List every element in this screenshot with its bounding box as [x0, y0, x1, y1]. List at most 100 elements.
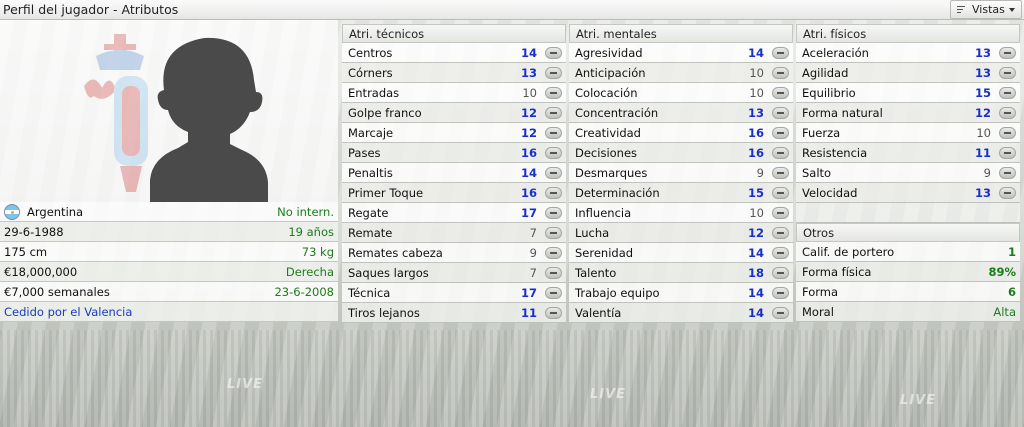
minus-button[interactable]	[545, 226, 562, 239]
live-watermark: LIVE	[227, 377, 264, 392]
minus-button[interactable]	[545, 46, 562, 59]
attribute-label: Técnica	[348, 285, 391, 300]
minus-button[interactable]	[772, 226, 789, 239]
attribute-value: 14	[520, 165, 537, 180]
live-watermark: LIVE	[590, 387, 627, 402]
other-attribute-value: Alta	[993, 304, 1016, 319]
mental-attributes-panel: Atri. mentales Agresividad 14 Anticipación…	[569, 24, 793, 323]
attribute-label: Aceleración	[802, 45, 869, 60]
attribute-label: Lucha	[575, 225, 610, 240]
minus-button[interactable]	[772, 306, 789, 319]
minus-button[interactable]	[772, 126, 789, 139]
minus-button[interactable]	[772, 46, 789, 59]
attribute-label: Determinación	[575, 185, 660, 200]
loan-club-link[interactable]: Cedido por el Valencia	[4, 305, 132, 319]
preferred-foot: Derecha	[285, 264, 334, 279]
attribute-label: Velocidad	[802, 185, 858, 200]
minus-button[interactable]	[999, 186, 1016, 199]
attribute-row: Concentración 13	[569, 103, 793, 123]
attribute-value: 15	[974, 85, 991, 100]
technical-attributes-header: Atri. técnicos	[342, 24, 566, 43]
attribute-value: 10	[522, 85, 537, 100]
attribute-row: Determinación 15	[569, 183, 793, 203]
attribute-row: Resistencia 11	[796, 143, 1020, 163]
window-title: Perfil del jugador - Atributos	[3, 2, 179, 17]
views-label: Vistas	[972, 3, 1005, 16]
minus-button[interactable]	[545, 146, 562, 159]
minus-button[interactable]	[545, 186, 562, 199]
height: 175 cm	[4, 244, 48, 259]
contract-row: €7,000 semanales 23-6-2008	[0, 282, 338, 302]
attribute-value: 10	[749, 65, 764, 80]
minus-button[interactable]	[545, 286, 562, 299]
minus-button[interactable]	[545, 246, 562, 259]
minus-button[interactable]	[545, 206, 562, 219]
loan-row: Cedido por el Valencia	[0, 302, 338, 322]
minus-button[interactable]	[999, 126, 1016, 139]
attribute-label: Saques largos	[348, 265, 429, 280]
views-dropdown-button[interactable]: Vistas	[950, 0, 1022, 19]
attribute-label: Centros	[348, 45, 393, 60]
minus-button[interactable]	[545, 166, 562, 179]
other-attribute-row: Forma física 89%	[796, 262, 1020, 282]
minus-button[interactable]	[772, 166, 789, 179]
spacer-row	[796, 203, 1020, 223]
attribute-row: Penaltis 14	[342, 163, 566, 183]
minus-button[interactable]	[999, 166, 1016, 179]
minus-button[interactable]	[772, 246, 789, 259]
technical-attributes-panel: Atri. técnicos Centros 14 Córners 13 Entrada…	[342, 24, 566, 323]
attribute-row: Tiros lejanos 11	[342, 303, 566, 323]
other-attribute-label: Forma física	[802, 264, 872, 279]
minus-button[interactable]	[999, 86, 1016, 99]
attribute-value: 11	[974, 145, 991, 160]
minus-button[interactable]	[545, 306, 562, 319]
international-status: No intern.	[277, 204, 334, 219]
physique-row: 175 cm 73 kg	[0, 242, 338, 262]
minus-button[interactable]	[999, 106, 1016, 119]
minus-button[interactable]	[999, 146, 1016, 159]
minus-button[interactable]	[772, 106, 789, 119]
player-photo-area	[0, 20, 338, 202]
attribute-label: Resistencia	[802, 145, 868, 160]
minus-button[interactable]	[772, 86, 789, 99]
attribute-row: Remates cabeza 9	[342, 243, 566, 263]
minus-button[interactable]	[545, 86, 562, 99]
minus-button[interactable]	[772, 266, 789, 279]
player-profile-panel: Argentina No intern. 29-6-1988 19 años 1…	[0, 20, 338, 323]
nationality[interactable]: Argentina	[27, 205, 83, 219]
attribute-label: Desmarques	[575, 165, 648, 180]
minus-button[interactable]	[999, 46, 1016, 59]
other-attribute-row: Moral Alta	[796, 302, 1020, 322]
minus-button[interactable]	[545, 106, 562, 119]
minus-button[interactable]	[772, 286, 789, 299]
minus-button[interactable]	[772, 206, 789, 219]
attribute-row: Marcaje 12	[342, 123, 566, 143]
title-bar: Perfil del jugador - Atributos Vistas	[0, 0, 1024, 20]
attribute-value: 7	[529, 225, 537, 240]
other-attribute-row: Forma 6	[796, 282, 1020, 302]
attribute-value: 14	[520, 45, 537, 60]
minus-button[interactable]	[999, 66, 1016, 79]
attribute-row: Salto 9	[796, 163, 1020, 183]
attribute-row: Técnica 17	[342, 283, 566, 303]
minus-button[interactable]	[545, 266, 562, 279]
minus-button[interactable]	[772, 66, 789, 79]
attribute-row: Entradas 10	[342, 83, 566, 103]
attribute-value: 12	[520, 105, 537, 120]
attribute-value: 12	[520, 125, 537, 140]
attribute-row: Equilibrio 15	[796, 83, 1020, 103]
minus-button[interactable]	[545, 66, 562, 79]
attribute-row: Lucha 12	[569, 223, 793, 243]
attribute-value: 10	[749, 85, 764, 100]
player-info-list: Argentina No intern. 29-6-1988 19 años 1…	[0, 202, 338, 322]
attribute-row: Creatividad 16	[569, 123, 793, 143]
attribute-row: Velocidad 13	[796, 183, 1020, 203]
minus-button[interactable]	[772, 146, 789, 159]
argentina-flag-icon	[4, 203, 20, 220]
technical-attributes-list: Centros 14 Córners 13 Entradas 10 Golpe franco…	[342, 43, 566, 323]
attribute-row: Pases 16	[342, 143, 566, 163]
minus-button[interactable]	[772, 186, 789, 199]
attribute-label: Entradas	[348, 85, 400, 100]
minus-button[interactable]	[545, 126, 562, 139]
contract-expiry: 23-6-2008	[274, 284, 334, 299]
